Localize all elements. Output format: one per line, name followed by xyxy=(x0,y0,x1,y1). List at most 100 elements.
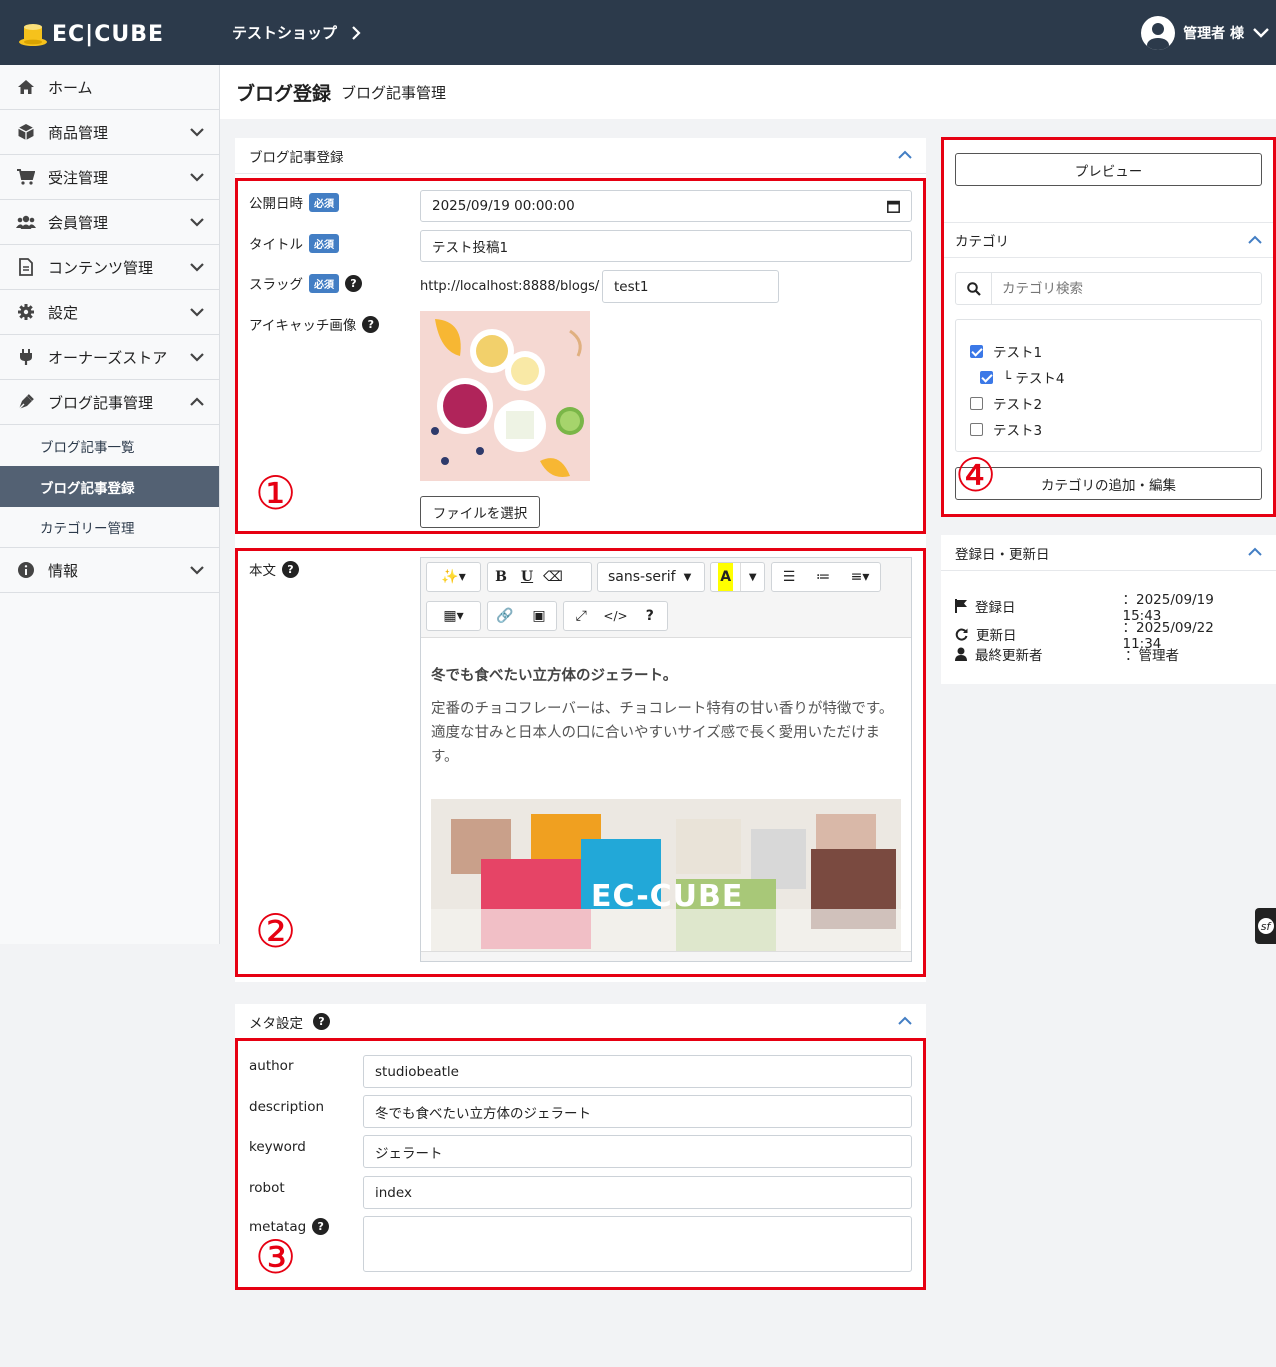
table-dropdown[interactable]: ▦▾ xyxy=(426,601,481,631)
eyecatch-image xyxy=(420,311,590,481)
body-heading: 冬でも食べたい立方体のジェラート。 xyxy=(431,668,678,684)
sidebar-item-home[interactable]: ホーム xyxy=(0,65,219,110)
numbered-list-icon[interactable]: ≔ xyxy=(806,563,840,591)
eyecatch-label: アイキャッチ画像 xyxy=(249,318,357,334)
code-view-icon[interactable]: </> xyxy=(598,602,632,630)
body-label-row: 本文 ? xyxy=(249,559,299,579)
sidebar-sub-blog-list[interactable]: ブログ記事一覧 xyxy=(0,425,219,466)
description-label: description xyxy=(249,1099,325,1115)
keyword-input[interactable]: ジェラート xyxy=(363,1135,912,1168)
help-icon[interactable]: ? xyxy=(282,560,299,578)
category-search-input[interactable] xyxy=(992,273,1261,304)
category-list: テスト1 └ テスト4 テスト2 テスト3 xyxy=(955,319,1262,452)
help-icon[interactable]: ? xyxy=(362,315,380,333)
checkbox-unchecked[interactable] xyxy=(970,396,983,410)
title-label: タイトル xyxy=(249,237,303,253)
sidebar-sub-category-manage[interactable]: カテゴリー管理 xyxy=(0,507,219,548)
category-item[interactable]: テスト3 xyxy=(970,419,1042,439)
plug-icon xyxy=(16,348,36,366)
flag-icon xyxy=(955,599,967,613)
chevron-up-icon xyxy=(190,397,204,406)
sidebar-item-settings[interactable]: 設定 xyxy=(0,290,219,335)
bold-icon[interactable]: B xyxy=(488,563,514,591)
logo-text: EC|CUBE xyxy=(52,21,165,47)
slug-input[interactable]: test1 xyxy=(602,270,779,303)
help-icon[interactable]: ? xyxy=(313,1013,330,1030)
page-subtitle: ブログ記事管理 xyxy=(341,83,447,102)
category-item[interactable]: └ テスト4 xyxy=(980,367,1065,387)
sidebar-item-products[interactable]: 商品管理 xyxy=(0,110,219,155)
text-color-icon[interactable]: A xyxy=(711,563,740,591)
chevron-down-icon xyxy=(190,566,204,575)
category-header: カテゴリ xyxy=(941,222,1276,258)
robot-input[interactable]: index xyxy=(363,1176,912,1209)
underline-icon[interactable]: U xyxy=(514,563,540,591)
publish-date-input[interactable]: 2025/09/19 00:00:00 xyxy=(420,190,912,222)
sidebar-sub-blog-register[interactable]: ブログ記事登録 xyxy=(0,466,219,507)
image-icon[interactable]: ▣ xyxy=(522,602,556,630)
link-icon[interactable]: 🔗 xyxy=(488,602,522,630)
logo-cup-icon xyxy=(18,21,48,47)
category-search xyxy=(955,272,1262,305)
fullscreen-icon[interactable]: ⤢ xyxy=(564,602,598,630)
font-family-dropdown[interactable]: sans-serif ▼ xyxy=(597,562,705,592)
chevron-up-icon[interactable] xyxy=(1248,547,1262,557)
sidebar-item-orders[interactable]: 受注管理 xyxy=(0,155,219,200)
sidebar-item-label: ブログ記事管理 xyxy=(48,393,154,412)
preview-button[interactable]: プレビュー xyxy=(955,153,1262,186)
color-group: A ▼ xyxy=(710,562,765,592)
description-input[interactable]: 冬でも食べたい立方体のジェラート xyxy=(363,1095,912,1128)
view-group: ⤢ </> ? xyxy=(563,601,668,631)
help-icon[interactable]: ? xyxy=(312,1218,330,1235)
file-select-button[interactable]: ファイルを選択 xyxy=(420,496,540,528)
debug-toolbar-toggle[interactable]: sf xyxy=(1255,908,1276,944)
metatag-textarea[interactable] xyxy=(363,1216,912,1272)
author-input[interactable]: studiobeatle xyxy=(363,1055,912,1088)
sidebar-item-info[interactable]: 情報 xyxy=(0,548,219,593)
card-title: ブログ記事登録 xyxy=(249,149,344,166)
checkbox-unchecked[interactable] xyxy=(970,422,983,436)
chevron-down-icon xyxy=(190,218,204,227)
calendar-icon[interactable] xyxy=(887,200,900,213)
eyecatch-label-row: アイキャッチ画像 ? xyxy=(249,314,380,334)
user-icon xyxy=(955,647,967,661)
chevron-down-icon xyxy=(1253,28,1269,38)
required-badge: 必須 xyxy=(309,192,339,212)
eraser-icon[interactable]: ⌫ xyxy=(540,563,566,591)
editor-content[interactable]: 冬でも食べたい立方体のジェラート。 定番のチョコフレーバーは、チョコレート特有の… xyxy=(431,664,901,769)
required-badge: 必須 xyxy=(309,273,339,293)
category-item[interactable]: テスト1 xyxy=(970,341,1042,361)
caret-down-icon[interactable]: ▼ xyxy=(740,563,764,591)
help-icon[interactable]: ? xyxy=(345,274,362,292)
help-icon[interactable]: ? xyxy=(633,602,667,630)
sidebar-item-owners-store[interactable]: オーナーズストア xyxy=(0,335,219,380)
meta-card: メタ設定 ? author studiobeatle description 冬… xyxy=(235,1004,926,1288)
sidebar-item-blog[interactable]: ブログ記事管理 xyxy=(0,380,219,425)
cube-icon xyxy=(16,123,36,141)
sidebar: ホーム 商品管理 受注管理 会員管理 コンテンツ管理 設定 オーナーズストア ブ… xyxy=(0,65,220,944)
title-input[interactable]: テスト投稿1 xyxy=(420,230,912,262)
sidebar-item-label: 受注管理 xyxy=(48,168,109,187)
sidebar-item-members[interactable]: 会員管理 xyxy=(0,200,219,245)
align-icon[interactable]: ≡▾ xyxy=(840,563,880,591)
search-icon[interactable] xyxy=(956,273,992,304)
chevron-up-icon[interactable] xyxy=(898,150,912,160)
ec-cube-logo[interactable]: EC|CUBE xyxy=(18,20,198,48)
checkbox-checked[interactable] xyxy=(970,344,983,358)
sidebar-item-contents[interactable]: コンテンツ管理 xyxy=(0,245,219,290)
bullet-list-icon[interactable]: ☰ xyxy=(772,563,806,591)
chevron-up-icon[interactable] xyxy=(1248,235,1262,245)
checkbox-checked[interactable] xyxy=(980,370,993,384)
chevron-right-icon xyxy=(352,25,361,40)
chevron-down-icon xyxy=(190,308,204,317)
slug-prefix: http://localhost:8888/blogs/ xyxy=(420,279,600,294)
table-icon: ▦▾ xyxy=(443,608,464,624)
user-menu[interactable]: 管理者 様 xyxy=(1141,16,1270,50)
style-dropdown[interactable]: ✨▾ xyxy=(426,562,481,592)
editor-resize-handle[interactable] xyxy=(421,951,911,961)
category-edit-button[interactable]: カテゴリの追加・編集 xyxy=(955,467,1262,500)
category-item[interactable]: テスト2 xyxy=(970,393,1042,413)
chevron-down-icon xyxy=(190,128,204,137)
chevron-up-icon[interactable] xyxy=(898,1016,912,1026)
shop-link[interactable]: テストショップ xyxy=(232,22,361,43)
